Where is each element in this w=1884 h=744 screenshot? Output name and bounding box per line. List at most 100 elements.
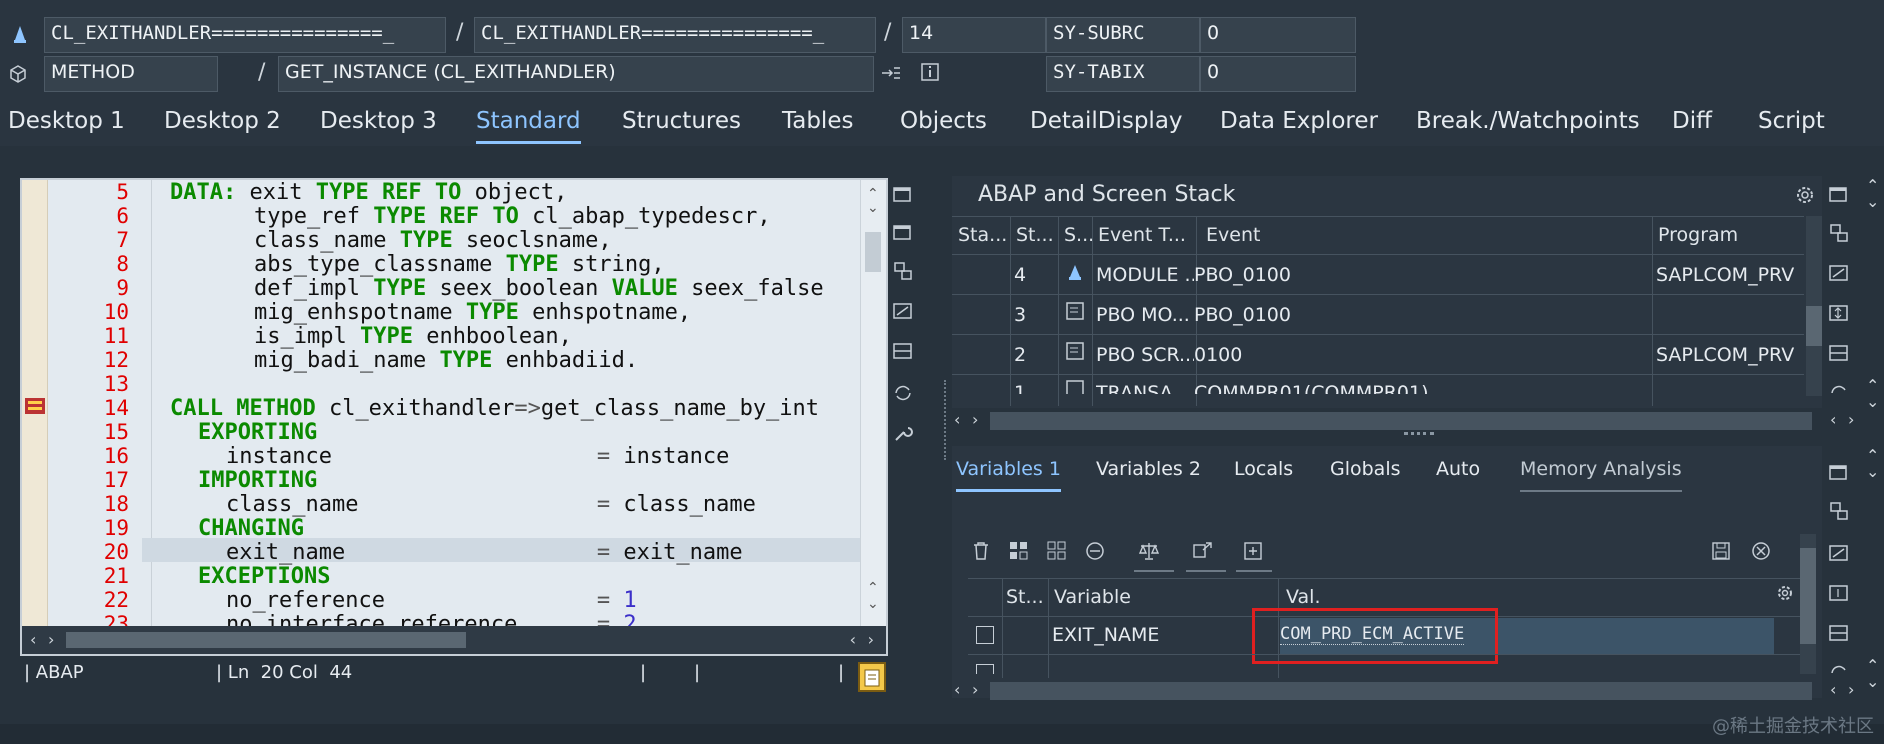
gear-icon[interactable]: [1792, 182, 1818, 208]
type-field[interactable]: METHOD: [44, 56, 218, 92]
chevron-right-icon[interactable]: ›: [1848, 410, 1854, 429]
minus-circle-icon[interactable]: [1080, 536, 1110, 566]
line-field[interactable]: 14: [902, 17, 1046, 53]
fit-height-icon[interactable]: [1826, 580, 1852, 606]
tab-objects[interactable]: Objects: [900, 108, 987, 134]
tab-variables-1[interactable]: Variables 1: [956, 458, 1061, 492]
add-icon[interactable]: [1238, 536, 1268, 566]
swap-icon[interactable]: [1826, 498, 1852, 524]
editor-horizontal-scrollbar[interactable]: ‹ › ‹ ›: [22, 626, 886, 654]
chevron-left-icon[interactable]: ‹: [1830, 410, 1836, 429]
maximize-icon[interactable]: [890, 298, 916, 324]
method-field[interactable]: GET_INSTANCE (CL_EXITHANDLER): [278, 56, 874, 92]
chevron-down-icon[interactable]: ⌄: [1866, 672, 1879, 691]
chevron-right-icon[interactable]: ›: [48, 630, 54, 649]
tab-desktop-2[interactable]: Desktop 2: [164, 108, 281, 134]
wrench-icon[interactable]: [890, 420, 916, 446]
editor-vertical-scrollbar[interactable]: ⌃ ⌄ ⌃ ⌄: [860, 180, 886, 626]
chevron-right-icon[interactable]: ›: [972, 680, 978, 699]
clipboard-icon[interactable]: [858, 662, 886, 692]
maximize-icon[interactable]: [1826, 540, 1852, 566]
vars-horizontal-scrollbar[interactable]: [990, 682, 1812, 700]
split-icon[interactable]: [1826, 620, 1852, 646]
vars-col-variable[interactable]: Variable: [1054, 586, 1131, 608]
tab-structures[interactable]: Structures: [622, 108, 741, 134]
swap-icon[interactable]: [890, 258, 916, 284]
tab-memory-analysis[interactable]: Memory Analysis: [1520, 458, 1682, 492]
vars-vertical-scrollbar[interactable]: [1800, 534, 1816, 674]
delete-icon[interactable]: [966, 536, 996, 566]
chevron-down-icon[interactable]: ⌄: [867, 596, 879, 612]
save-icon[interactable]: [1706, 536, 1736, 566]
tab-tables[interactable]: Tables: [782, 108, 853, 134]
vars-col-value[interactable]: Val.: [1286, 586, 1320, 608]
chevron-left-icon[interactable]: ‹: [954, 410, 960, 429]
tab-locals[interactable]: Locals: [1234, 458, 1293, 480]
scroll-thumb[interactable]: [1800, 548, 1816, 644]
close-circle-icon[interactable]: [1746, 536, 1776, 566]
fit-height-icon[interactable]: [1826, 300, 1852, 326]
chevron-left-icon[interactable]: ‹: [954, 680, 960, 699]
stack-col-program[interactable]: Program: [1658, 224, 1738, 246]
split-icon[interactable]: [890, 338, 916, 364]
swap-icon[interactable]: [1826, 220, 1852, 246]
maximize-icon[interactable]: [1826, 260, 1852, 286]
split-icon[interactable]: [1826, 340, 1852, 366]
table-row[interactable]: 1 TRANSA... COMMPR01(COMMPR01): [952, 374, 1804, 394]
tab-desktop-3[interactable]: Desktop 3: [320, 108, 437, 134]
stack-col-s[interactable]: S...: [1064, 224, 1094, 246]
stack-col-status[interactable]: Sta...: [958, 224, 1007, 246]
export-icon[interactable]: [1188, 536, 1218, 566]
sy-subrc-value[interactable]: 0: [1200, 17, 1356, 53]
tab-script[interactable]: Script: [1758, 108, 1825, 134]
deselect-all-icon[interactable]: [1042, 536, 1072, 566]
chevron-down-icon[interactable]: ⌄: [867, 200, 879, 216]
refresh-icon[interactable]: [1826, 380, 1852, 406]
chevron-right-icon[interactable]: ›: [868, 630, 874, 649]
chevron-right-icon[interactable]: ›: [1848, 680, 1854, 699]
chevron-down-icon[interactable]: ⌄: [1866, 192, 1879, 211]
tab-globals[interactable]: Globals: [1330, 458, 1401, 480]
horizontal-splitter[interactable]: [1404, 432, 1434, 436]
chevron-left-icon[interactable]: ‹: [30, 630, 36, 649]
scroll-thumb[interactable]: [66, 632, 466, 648]
tab-desktop-1[interactable]: Desktop 1: [8, 108, 125, 134]
tab-data-explorer[interactable]: Data Explorer: [1220, 108, 1378, 134]
gear-icon[interactable]: [1772, 580, 1798, 606]
chevron-right-icon[interactable]: ›: [972, 410, 978, 429]
program-field-2[interactable]: CL_EXITHANDLER===============_: [474, 17, 876, 53]
tab-auto[interactable]: Auto: [1436, 458, 1480, 480]
program-field-1[interactable]: CL_EXITHANDLER===============_: [44, 17, 446, 53]
row-checkbox[interactable]: [976, 664, 994, 674]
select-all-icon[interactable]: [1004, 536, 1034, 566]
stack-col-event[interactable]: Event: [1206, 224, 1260, 246]
vertical-splitter[interactable]: [944, 380, 948, 460]
close-window-icon[interactable]: [1826, 182, 1852, 208]
new-window-icon[interactable]: [890, 182, 916, 208]
tab-diff[interactable]: Diff: [1672, 108, 1712, 134]
chevron-down-icon[interactable]: ⌄: [1866, 462, 1879, 481]
compare-icon[interactable]: [1134, 536, 1164, 566]
tab-breakpoints[interactable]: Break./Watchpoints: [1416, 108, 1640, 134]
tab-standard[interactable]: Standard: [476, 108, 581, 144]
chevron-left-icon[interactable]: ‹: [850, 630, 856, 649]
sy-tabix-value[interactable]: 0: [1200, 56, 1356, 92]
scroll-thumb[interactable]: [1806, 306, 1822, 346]
chevron-down-icon[interactable]: ⌄: [1866, 392, 1879, 411]
info-icon[interactable]: [918, 60, 942, 84]
vars-col-status[interactable]: St...: [1006, 586, 1044, 608]
chevron-left-icon[interactable]: ‹: [1830, 680, 1836, 699]
refresh-icon[interactable]: [890, 380, 916, 406]
stack-vertical-scrollbar[interactable]: [1806, 216, 1822, 396]
stack-horizontal-scrollbar[interactable]: [990, 412, 1812, 430]
stack-col-st[interactable]: St...: [1016, 224, 1054, 246]
row-checkbox[interactable]: [976, 626, 994, 644]
tab-detaildisplay[interactable]: DetailDisplay: [1030, 108, 1183, 134]
chevron-up-icon[interactable]: ⌃: [867, 580, 879, 596]
bookmark-window-icon[interactable]: [890, 220, 916, 246]
close-window-icon[interactable]: [1826, 460, 1852, 486]
scroll-thumb[interactable]: [865, 232, 881, 272]
tab-variables-2[interactable]: Variables 2: [1096, 458, 1201, 480]
stack-col-event-type[interactable]: Event T...: [1098, 224, 1186, 246]
source-code-editor[interactable]: 5 6 7 8 9 10 11 12 13 14 15 16 17 18 19 …: [20, 178, 888, 656]
